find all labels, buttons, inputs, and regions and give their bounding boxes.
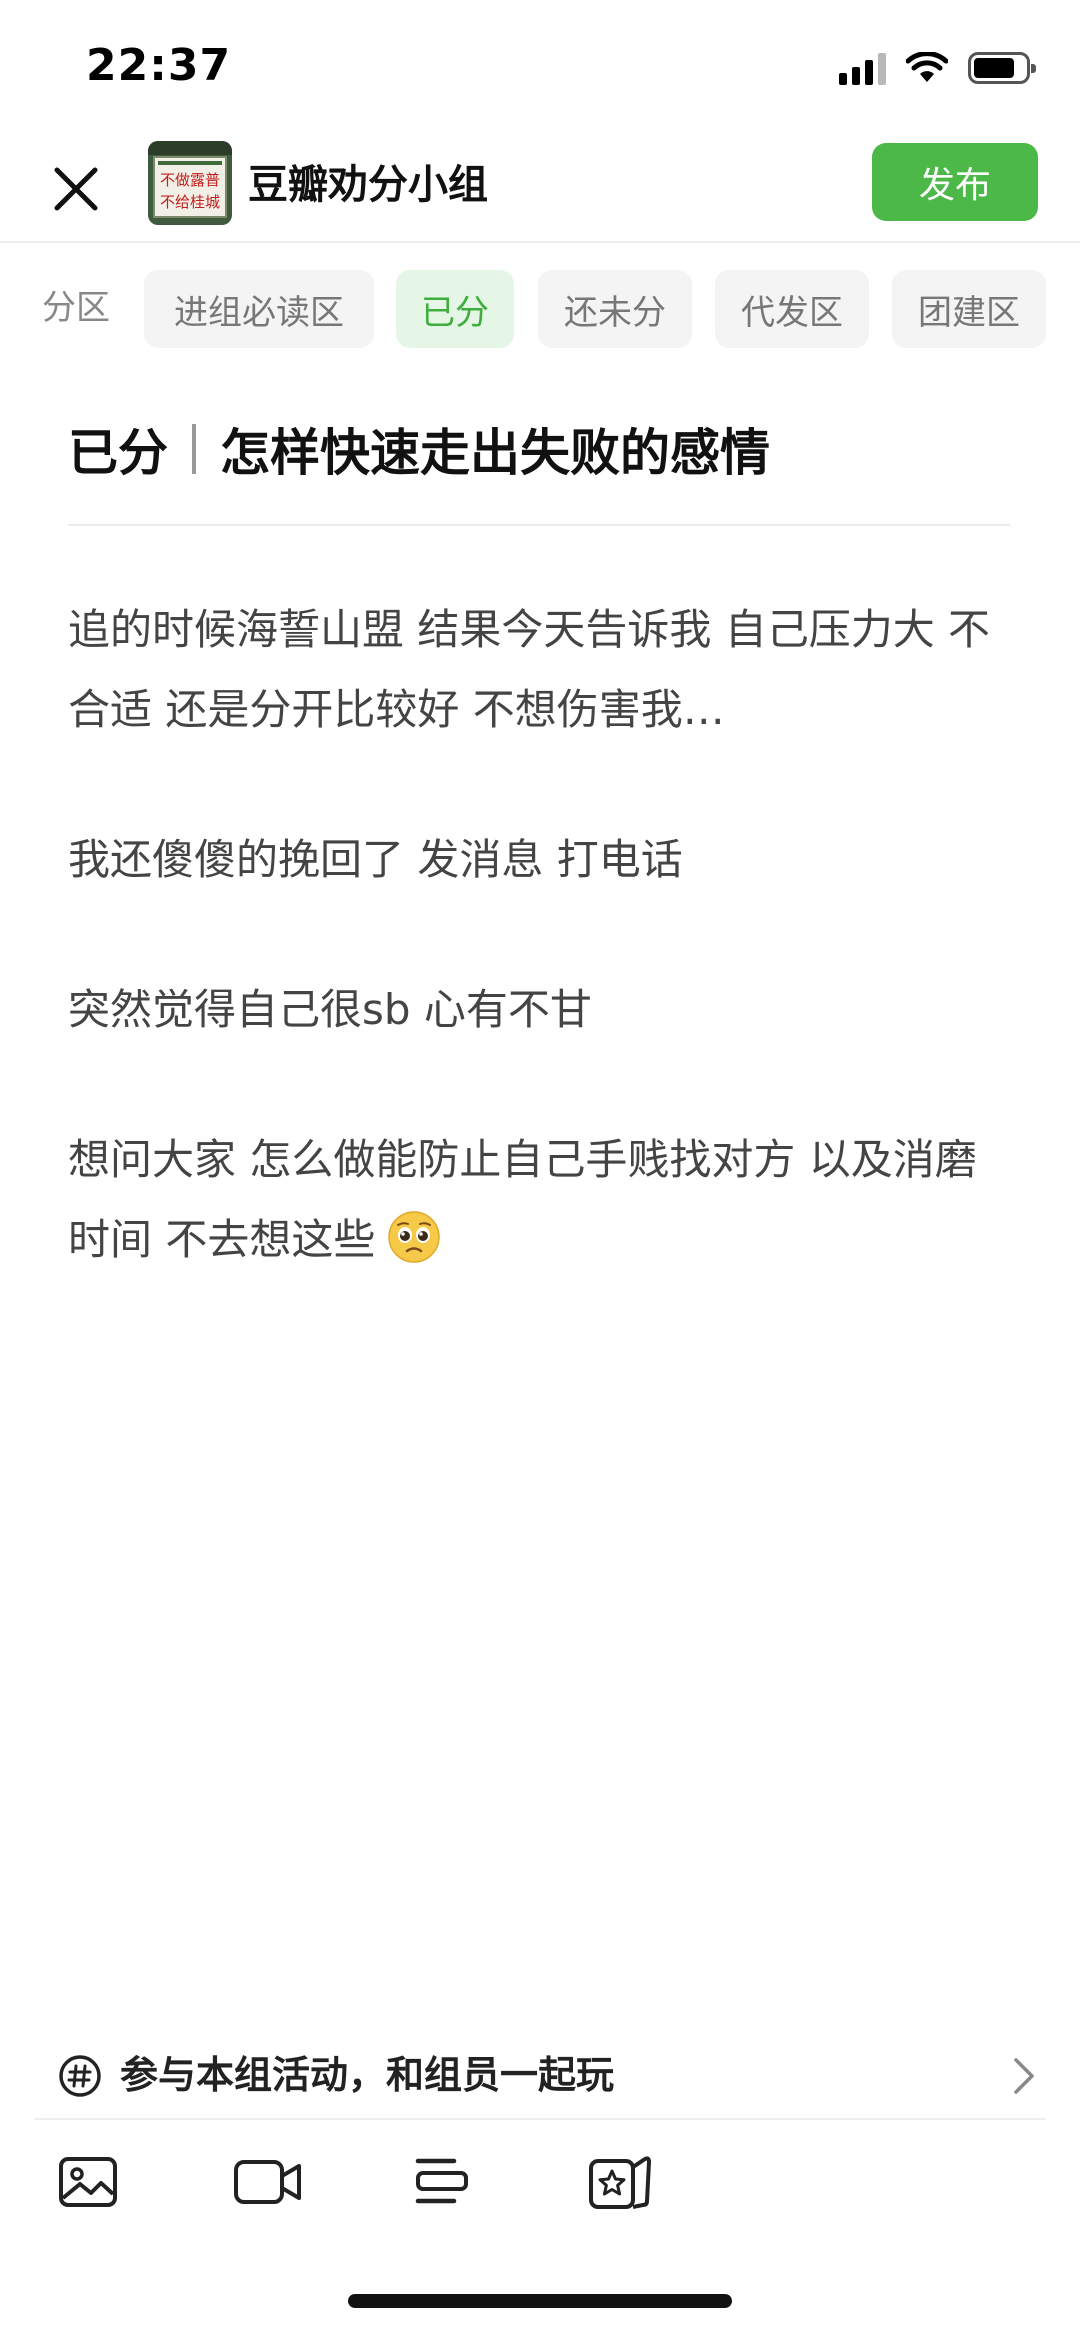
post-paragraph: 我还傻傻的挽回了 发消息 打电话 — [68, 835, 683, 884]
post-paragraph-last: 想问大家 怎么做能防止自己手贱找对方 以及消磨时间 不去想这些 — [68, 1120, 1018, 1280]
post-title[interactable]: 已分 怎样快速走出失败的感情 — [68, 414, 770, 484]
post-tag: 已分 — [68, 424, 168, 482]
home-indicator[interactable] — [348, 2294, 732, 2308]
image-icon — [59, 2157, 117, 2207]
avatar-sign-line-1: 不做露普 — [160, 171, 220, 189]
category-label: 分区 — [42, 288, 110, 328]
cellular-signal-icon — [839, 51, 886, 85]
publish-button[interactable]: 发布 — [872, 143, 1038, 221]
activity-text: 参与本组活动，和组员一起玩 — [120, 2053, 615, 2097]
editor-toolbar — [0, 2150, 1080, 2220]
category-chip-team-building[interactable]: 团建区 — [892, 270, 1046, 348]
wifi-icon — [906, 52, 948, 82]
avatar-sign-line-2: 不给桂城 — [160, 193, 220, 211]
status-bar: 22:37 — [0, 0, 1080, 135]
close-button[interactable] — [44, 157, 108, 221]
category-chip-broken-up[interactable]: 已分 — [396, 270, 514, 348]
status-time: 22:37 — [86, 40, 232, 91]
post-paragraph: 突然觉得自己很sb 心有不甘 — [68, 985, 592, 1034]
group-avatar-image: 不做露普 不给桂城 — [148, 141, 232, 225]
pleading-face-emoji-icon — [388, 1211, 441, 1263]
hashtag-icon — [59, 2055, 101, 2097]
post-paragraph: 追的时候海誓山盟 结果今天告诉我 自己压力大 不合适 还是分开比较好 不想伤害我… — [68, 605, 991, 734]
status-icons — [839, 48, 1036, 88]
insert-rating-card-button[interactable] — [584, 2150, 656, 2214]
title-separator — [192, 424, 196, 474]
chevron-right-icon — [1014, 2058, 1034, 2094]
group-activity-bar[interactable]: 参与本组活动，和组员一起玩 — [34, 2028, 1046, 2120]
post-paragraph-text: 想问大家 怎么做能防止自己手贱找对方 以及消磨时间 不去想这些 — [68, 1135, 977, 1264]
star-card-icon — [589, 2156, 651, 2209]
text-align-icon — [415, 2158, 468, 2204]
post-title-text: 怎样快速走出失败的感情 — [220, 424, 770, 482]
category-chip-must-read[interactable]: 进组必读区 — [144, 270, 374, 348]
group-name[interactable]: 豆瓣劝分小组 — [248, 157, 488, 213]
header: 不做露普 不给桂城 豆瓣劝分小组 发布 — [0, 135, 1080, 243]
insert-image-button[interactable] — [56, 2150, 120, 2214]
category-chip-proxy-post[interactable]: 代发区 — [715, 270, 869, 348]
title-divider — [68, 524, 1010, 526]
group-avatar[interactable]: 不做露普 不给桂城 — [148, 141, 232, 225]
close-icon — [54, 167, 98, 211]
battery-icon — [968, 52, 1036, 84]
category-chip-not-yet[interactable]: 还未分 — [538, 270, 692, 348]
post-body[interactable]: 追的时候海誓山盟 结果今天告诉我 自己压力大 不合适 还是分开比较好 不想伤害我… — [68, 590, 1018, 1350]
video-camera-icon — [234, 2160, 301, 2204]
category-bar: 分区 进组必读区 已分 还未分 代发区 团建区 — [0, 270, 1080, 350]
insert-video-button[interactable] — [232, 2150, 304, 2214]
text-format-button[interactable] — [410, 2150, 474, 2214]
